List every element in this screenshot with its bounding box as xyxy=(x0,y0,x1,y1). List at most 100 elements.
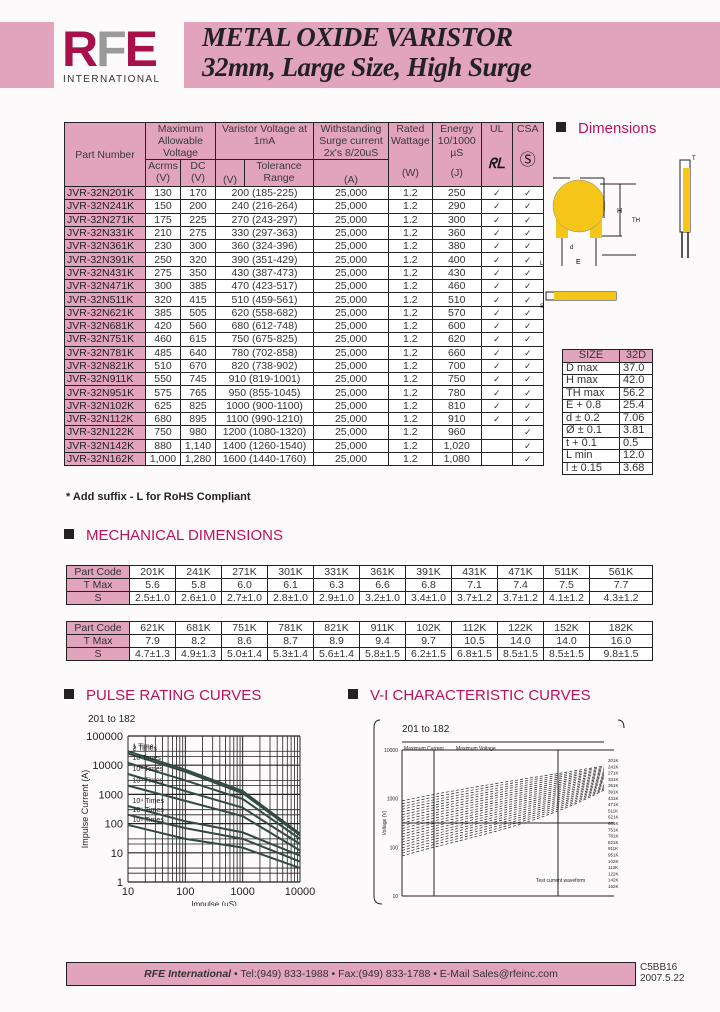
cell-energy: 380 xyxy=(431,239,482,254)
y-tick-label: 10000 xyxy=(92,760,123,772)
pulse-rating-chart: 11010010001000010000010 100 1000 10000Impul… xyxy=(80,714,315,906)
mech-cell: 751K xyxy=(221,621,268,635)
mech-row-label: T Max xyxy=(66,634,130,648)
cell-ul: ✓ xyxy=(480,265,513,281)
series-label: 821K xyxy=(608,840,619,845)
cell-vv: 1100 (990-1210) xyxy=(215,412,314,427)
cell-ul xyxy=(480,451,513,467)
size-row: H max 42.0 xyxy=(562,374,653,388)
mech-cell: 2.9±1.0 xyxy=(313,591,360,605)
cell-part: JVR-32N162K xyxy=(64,451,146,467)
cell-vv: 780 (702-858) xyxy=(215,345,314,360)
cell-energy: 290 xyxy=(431,199,482,214)
logo-letter-f: F xyxy=(96,21,127,77)
table-row: JVR-32N122K 750 980 1200 (1080-1320) 25,000 1… xyxy=(64,425,544,440)
mech-cell: 9.8±1.5 xyxy=(589,647,653,661)
size-value: 3.81 xyxy=(619,424,653,438)
mech-cell: 241K xyxy=(175,565,222,579)
cell-acrms: 680 xyxy=(145,412,181,427)
chart-frame-bracket xyxy=(617,719,625,729)
header-acrms: Acrms (V) xyxy=(145,159,181,187)
cell-csa: ✓ xyxy=(511,425,544,440)
cell-acrms: 485 xyxy=(145,345,181,360)
size-value: 56.2 xyxy=(619,386,653,400)
mech-cell: 8.9 xyxy=(313,634,360,648)
mech-cell: 7.9 xyxy=(129,634,176,648)
cell-csa: ✓ xyxy=(511,292,544,307)
cell-dc: 1,140 xyxy=(180,438,216,453)
lead-bottom-view: S xyxy=(540,291,617,310)
cell-vv: 1200 (1080-1320) xyxy=(215,425,314,440)
mech-row-s: S 2.5±1.0 2.6±1.0 2.7±1.0 2.8±1.0 2.9±1.0 3.2±… xyxy=(66,591,653,605)
footer-contact-bar: RFE International • Tel:(949) 833-1988 •… xyxy=(66,962,636,986)
annotation: Test current waveform xyxy=(536,878,585,884)
cell-part: JVR-32N331K xyxy=(64,225,146,241)
mech-cell: 7.4 xyxy=(497,578,544,592)
table-row: JVR-32N391K 250 320 390 (351-429) 25,000 1.2 4… xyxy=(64,252,544,267)
dim-label-e: E xyxy=(576,259,581,266)
mech-cell: 301K xyxy=(267,565,314,579)
cell-surge: 25,000 xyxy=(313,358,389,374)
y-tick-label: 1000 xyxy=(387,797,398,803)
cell-surge: 25,000 xyxy=(313,252,389,267)
mech-cell: 561K xyxy=(589,565,653,579)
cell-watt: 1.2 xyxy=(388,265,433,281)
mechanical-heading-text: MECHANICAL DIMENSIONS xyxy=(86,527,283,544)
cell-watt: 1.2 xyxy=(388,451,433,467)
cell-acrms: 250 xyxy=(145,252,181,267)
cell-dc: 505 xyxy=(180,305,216,320)
cell-ul: ✓ xyxy=(480,279,513,294)
cell-ul: ✓ xyxy=(480,252,513,267)
y-tick-label: 100 xyxy=(105,819,123,831)
cell-vv: 470 (423-517) xyxy=(215,279,314,294)
mech-cell: 471K xyxy=(497,565,544,579)
cell-acrms: 880 xyxy=(145,438,181,453)
cell-watt: 1.2 xyxy=(388,199,433,214)
size-table: SIZE 32D D max 37.0 H max 42.0 TH max 56.2 E + 0… xyxy=(562,349,653,475)
cell-csa: ✓ xyxy=(511,279,544,294)
vi-curve xyxy=(401,765,605,802)
rfe-logo: RFE INTERNATIONAL xyxy=(54,22,184,88)
mech-cell: 7.1 xyxy=(451,578,498,592)
cell-dc: 300 xyxy=(180,239,216,254)
size-row: L min 12.0 xyxy=(562,449,653,463)
size-row: TH max 56.2 xyxy=(562,386,653,400)
header-energy-unit: (J) xyxy=(450,167,463,179)
cell-csa: ✓ xyxy=(511,212,544,227)
mech-cell: 5.0±1.4 xyxy=(221,647,268,661)
vi-curve xyxy=(401,766,605,805)
header-surge-unit: (A) xyxy=(313,159,389,187)
cell-csa: ✓ xyxy=(511,438,544,453)
y-axis-label: Voltage (V) xyxy=(382,810,388,835)
series-label: 102K xyxy=(608,859,619,864)
cell-watt: 1.2 xyxy=(388,385,433,400)
y-tick-label: 100000 xyxy=(86,731,123,743)
header-wattage-label: Rated Wattage xyxy=(391,123,430,147)
vi-characteristic-chart: 201 to 182 Maximum Current Maximum Voltage… xyxy=(373,719,625,905)
series-label: 2 Times xyxy=(133,746,158,753)
cell-watt: 1.2 xyxy=(388,358,433,374)
vi-curve xyxy=(401,786,605,849)
mech-cell: 4.9±1.3 xyxy=(175,647,222,661)
table-row: JVR-32N361K 230 300 360 (324-396) 25,000 1.2 3… xyxy=(64,239,544,254)
cell-energy: 460 xyxy=(431,279,482,294)
cell-surge: 25,000 xyxy=(313,225,389,241)
cell-watt: 1.2 xyxy=(388,239,433,254)
cell-ul: ✓ xyxy=(480,332,513,347)
series-label: 751K xyxy=(608,827,619,832)
table-row: JVR-32N621K 385 505 620 (558-682) 25,000 1.2 5… xyxy=(64,305,544,320)
size-param: H max xyxy=(562,374,620,388)
cell-csa: ✓ xyxy=(511,412,544,427)
header-csa-label: CSA xyxy=(516,123,539,135)
mech-cell: 7.7 xyxy=(589,578,653,592)
table-row: JVR-32N471K 300 385 470 (423-517) 25,000 1.2 4… xyxy=(64,279,544,294)
cell-energy: 1,020 xyxy=(431,438,482,453)
cell-dc: 615 xyxy=(180,332,216,347)
rohs-note: * Add suffix - L for RoHS Compliant xyxy=(66,491,251,503)
mech-cell: 10.5 xyxy=(451,634,498,648)
pulse-chart-heading-text: PULSE RATING CURVES xyxy=(86,687,262,704)
y-axis-label: Impulse Current (A) xyxy=(80,770,90,849)
cell-watt: 1.2 xyxy=(388,438,433,453)
cell-dc: 320 xyxy=(180,252,216,267)
header-tolerance: Tolerance Range xyxy=(244,159,314,187)
